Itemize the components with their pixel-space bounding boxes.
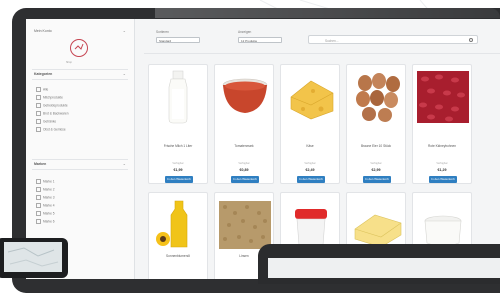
laptop-screen: Mein Konto ⌄ Shop Kategorien ⌄ Alle Milc… <box>26 19 500 279</box>
product-meta: Verfügbar <box>436 162 448 165</box>
add-to-cart-button[interactable]: In den Warenkorb <box>363 176 391 183</box>
search-input[interactable]: Suchen... <box>308 35 478 44</box>
divider <box>32 169 128 170</box>
category-item[interactable]: Milchprodukte <box>36 95 63 100</box>
search-placeholder: Suchen... <box>325 38 339 43</box>
product-price: €1,99 <box>173 168 183 172</box>
brands-title: Marken <box>34 162 47 166</box>
chevron-down-icon[interactable]: ⌄ <box>123 71 126 76</box>
checkbox[interactable] <box>36 211 41 216</box>
checkbox[interactable] <box>36 195 41 200</box>
checkbox[interactable] <box>36 179 41 184</box>
category-item[interactable]: Alle <box>36 87 48 92</box>
show-select[interactable]: 12 Produkte <box>238 37 282 43</box>
product-card[interactable]: Rote Kidneybohnen Verfügbar €1,29 In den… <box>412 64 472 184</box>
brand-item[interactable]: Marke 1 <box>36 179 55 184</box>
milk-bottle-image <box>168 70 188 124</box>
checkbox[interactable] <box>36 95 41 100</box>
tablet-screen <box>4 242 62 272</box>
product-name[interactable]: Tomatenmark <box>215 144 273 148</box>
map-image <box>7 247 59 267</box>
product-meta: Verfügbar <box>238 162 250 165</box>
product-meta: Verfügbar <box>370 162 382 165</box>
search-icon[interactable] <box>469 37 473 42</box>
show-label: Anzeigen <box>238 30 252 34</box>
checkbox[interactable] <box>36 119 41 124</box>
eggs-image <box>356 73 400 122</box>
checkbox[interactable] <box>36 127 41 132</box>
brand-item[interactable]: Marke 6 <box>36 219 55 224</box>
laptop-highlight <box>155 8 500 18</box>
category-item[interactable]: Getränke <box>36 119 56 124</box>
checkbox[interactable] <box>36 111 41 116</box>
logo-caption: Shop <box>66 61 72 64</box>
brand-item[interactable]: Marke 2 <box>36 187 55 192</box>
product-name[interactable]: Sonnenblumenöl <box>149 254 207 258</box>
category-item[interactable]: Getreideprodukte <box>36 103 68 108</box>
add-to-cart-button[interactable]: In den Warenkorb <box>429 176 457 183</box>
add-to-cart-button[interactable]: In den Warenkorb <box>297 176 325 183</box>
product-card[interactable]: Tomatenmark Verfügbar €0,89 In den Waren… <box>214 64 274 184</box>
checkbox[interactable] <box>36 87 41 92</box>
product-meta: Verfügbar <box>304 162 316 165</box>
product-price: €2,49 <box>305 168 315 172</box>
category-item[interactable]: Obst & Gemüse <box>36 127 66 132</box>
second-device-screen <box>268 258 500 278</box>
sunflower-oil-image <box>156 200 188 248</box>
logo-icon <box>70 39 88 57</box>
divider <box>144 53 500 54</box>
product-card[interactable]: Sonnenblumenöl <box>148 192 208 279</box>
account-label[interactable]: Mein Konto <box>34 29 52 33</box>
chevron-down-icon[interactable]: ⌄ <box>123 161 126 166</box>
checkbox[interactable] <box>36 203 41 208</box>
chevron-down-icon[interactable]: ⌄ <box>123 28 126 33</box>
product-name[interactable]: Braune Eier 10 Stück <box>347 144 405 148</box>
product-name[interactable]: Frische Milch 1 Liter <box>149 144 207 148</box>
categories-title: Kategorien <box>34 72 53 76</box>
divider <box>32 69 128 70</box>
sort-label: Sortieren <box>156 30 169 34</box>
divider <box>32 159 128 160</box>
checkbox[interactable] <box>36 103 41 108</box>
add-to-cart-button[interactable]: In den Warenkorb <box>231 176 259 183</box>
add-to-cart-button[interactable]: In den Warenkorb <box>165 176 193 183</box>
sort-select[interactable]: Standard <box>156 37 200 43</box>
product-price: €0,89 <box>239 168 249 172</box>
product-name[interactable]: Käse <box>281 144 339 148</box>
cheese-image <box>290 80 334 120</box>
checkbox[interactable] <box>36 219 41 224</box>
tomato-paste-image <box>222 78 268 113</box>
brand-item[interactable]: Marke 3 <box>36 195 55 200</box>
brand-item[interactable]: Marke 4 <box>36 203 55 208</box>
checkbox[interactable] <box>36 187 41 192</box>
product-card[interactable]: Braune Eier 10 Stück Verfügbar €2,99 In … <box>346 64 406 184</box>
beans-image <box>417 71 469 123</box>
product-card[interactable]: Frische Milch 1 Liter Verfügbar €1,99 In… <box>148 64 208 184</box>
divider <box>32 79 128 80</box>
product-meta: Verfügbar <box>172 162 184 165</box>
product-price: €2,99 <box>371 168 381 172</box>
brand-item[interactable]: Marke 5 <box>36 211 55 216</box>
product-card[interactable]: Käse Verfügbar €2,49 In den Warenkorb <box>280 64 340 184</box>
product-price: €1,29 <box>437 168 447 172</box>
category-item[interactable]: Brot & Backwaren <box>36 111 69 116</box>
product-name[interactable]: Rote Kidneybohnen <box>413 144 471 148</box>
